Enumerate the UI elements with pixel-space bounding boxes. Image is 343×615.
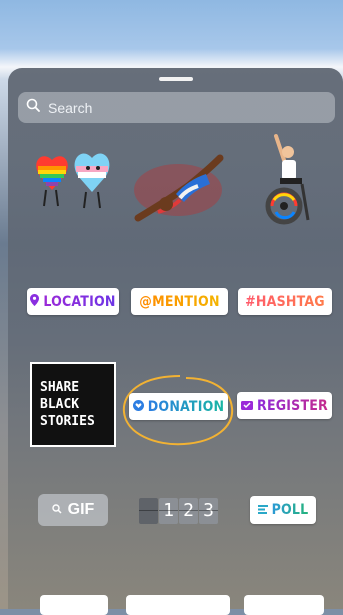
share-black-stories-sticker[interactable]: SHARE BLACK STORIES [30, 362, 116, 447]
countdown-digit-1: 1 [159, 498, 178, 524]
countdown-digit-3: 3 [199, 498, 218, 524]
donation-label: DONATION [147, 398, 225, 415]
drag-handle[interactable] [158, 77, 193, 81]
location-pin-icon [30, 293, 40, 310]
gif-search-sticker[interactable]: GIF [38, 494, 108, 526]
hashtag-sticker[interactable]: #HASHTAG [238, 288, 332, 315]
search-bar[interactable]: Search [18, 92, 335, 123]
donation-heart-icon [132, 399, 144, 415]
register-label: REGISTER [257, 397, 328, 414]
poll-sticker[interactable]: POLL [250, 496, 316, 524]
mention-label: @MENTION [139, 293, 220, 310]
share-line-2: BLACK [40, 397, 80, 412]
hashtag-label: #HASHTAG [245, 293, 325, 310]
search-placeholder: Search [48, 99, 93, 116]
gif-search-icon [51, 501, 62, 519]
location-label: LOCATION [43, 293, 116, 310]
poll-label: POLL [271, 502, 309, 518]
next-row-sticker-1[interactable] [40, 595, 108, 615]
location-sticker[interactable]: LOCATION [27, 288, 119, 315]
share-line-3: STORIES [40, 414, 95, 429]
wheelchair-person-sticker[interactable] [258, 130, 318, 230]
countdown-sticker[interactable]: 1 2 3 [133, 496, 225, 526]
register-sticker[interactable]: REGISTER [237, 392, 332, 419]
dancer-sticker[interactable] [128, 150, 228, 230]
share-line-1: SHARE [40, 380, 80, 395]
donation-sticker[interactable]: DONATION [129, 393, 228, 420]
countdown-digit-2: 2 [179, 498, 198, 524]
countdown-blank-digit [139, 498, 158, 524]
search-icon [26, 98, 48, 117]
ballot-icon [241, 398, 254, 414]
poll-icon [257, 502, 268, 518]
next-row-sticker-2[interactable] [126, 595, 230, 615]
next-row-sticker-3[interactable] [244, 595, 324, 615]
mention-sticker[interactable]: @MENTION [131, 288, 228, 315]
gif-label: GIF [67, 501, 95, 518]
pride-hearts-sticker[interactable] [32, 140, 118, 226]
